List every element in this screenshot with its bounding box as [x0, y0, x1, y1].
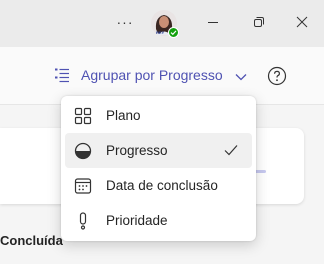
minimize-icon[interactable]: [205, 14, 221, 30]
group-by-menu: Plano Progresso Data de conclusão Priori…: [61, 96, 256, 241]
menu-item-label: Plano: [106, 108, 141, 123]
menu-item-prioridade[interactable]: Prioridade: [65, 203, 252, 238]
menu-item-data-de-conclusao[interactable]: Data de conclusão: [65, 168, 252, 203]
restore-icon[interactable]: [251, 14, 267, 30]
priority-icon: [79, 211, 87, 230]
title-bar: ··· REY: [0, 0, 324, 47]
menu-item-plano[interactable]: Plano: [65, 98, 252, 133]
close-icon[interactable]: [294, 14, 310, 30]
avatar[interactable]: REY: [150, 9, 179, 38]
menu-item-label: Progresso: [106, 143, 168, 158]
menu-item-label: Prioridade: [106, 213, 168, 228]
section-heading: Concluída: [0, 233, 63, 248]
group-by-button[interactable]: Agrupar por Progresso: [81, 67, 223, 83]
menu-item-progresso[interactable]: Progresso: [65, 133, 252, 168]
menu-item-label: Data de conclusão: [106, 178, 218, 193]
progress-icon: [74, 142, 92, 159]
board-icon: [74, 107, 92, 124]
checkmark-icon: [224, 145, 238, 156]
help-icon[interactable]: [267, 66, 287, 86]
available-status-icon: [168, 27, 179, 38]
more-options-button[interactable]: ···: [114, 12, 136, 32]
group-by-icon[interactable]: [54, 67, 70, 83]
chevron-down-icon[interactable]: [234, 70, 248, 84]
avatar-status-label: REY: [156, 30, 165, 35]
calendar-icon: [74, 177, 92, 194]
